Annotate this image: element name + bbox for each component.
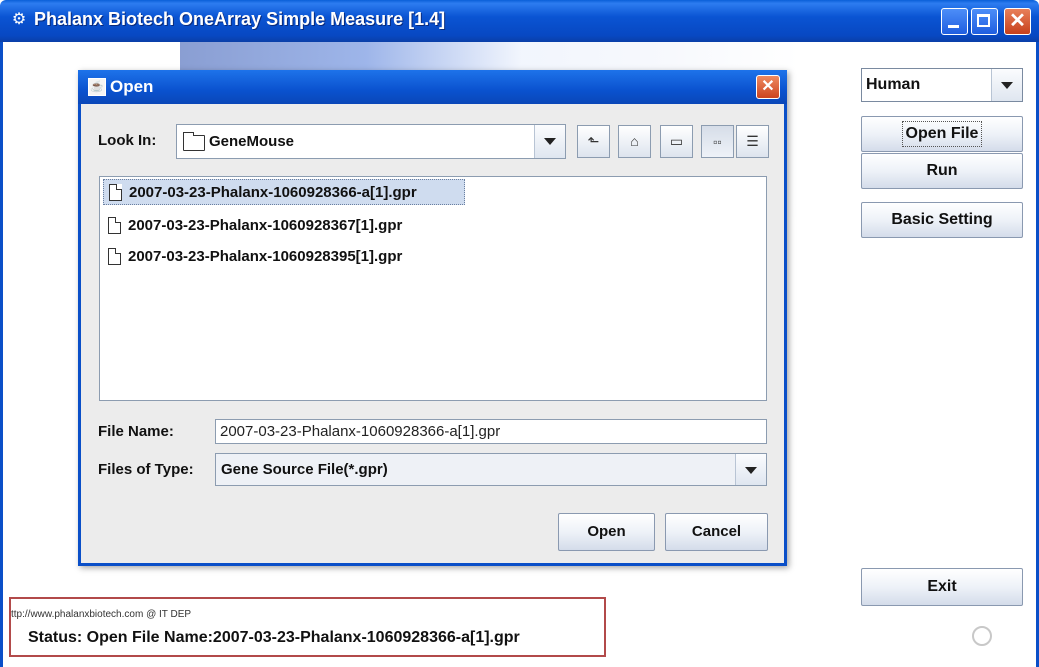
file-name: 2007-03-23-Phalanx-1060928367[1].gpr <box>128 217 403 234</box>
status-text: Status: Open File Name:2007-03-23-Phalan… <box>28 629 520 646</box>
maximize-button[interactable] <box>971 8 998 35</box>
file-icon <box>108 248 121 265</box>
look-in-label: Look In: <box>98 132 157 149</box>
look-in-value: GeneMouse <box>209 133 295 150</box>
file-type-label: Files of Type: <box>98 461 194 478</box>
details-view-button[interactable]: ☰ <box>736 125 769 158</box>
chevron-down-icon[interactable] <box>735 454 766 485</box>
window-title: Phalanx Biotech OneArray Simple Measure … <box>34 9 446 29</box>
list-item[interactable]: 2007-03-23-Phalanx-1060928367[1].gpr <box>103 213 468 239</box>
up-folder-icon: ⬑ <box>587 133 600 149</box>
details-view-icon: ☰ <box>746 133 759 149</box>
run-button[interactable]: Run <box>861 153 1023 189</box>
app-logo-icon: ⚙ <box>11 11 27 28</box>
list-item[interactable]: 2007-03-23-Phalanx-1060928395[1].gpr <box>103 244 468 270</box>
close-button[interactable]: ✕ <box>1004 8 1031 35</box>
file-type-value: Gene Source File(*.gpr) <box>221 461 388 478</box>
cancel-button[interactable]: Cancel <box>665 513 768 551</box>
list-view-button[interactable]: ▫▫ <box>701 125 734 158</box>
close-icon: ✕ <box>1009 10 1026 32</box>
open-file-button[interactable]: Open File <box>861 116 1023 152</box>
species-select-value: Human <box>866 76 921 93</box>
status-panel: ttp://www.phalanxbiotech.com @ IT DEP St… <box>9 597 606 657</box>
look-in-select[interactable]: GeneMouse <box>176 124 566 159</box>
minimize-button[interactable] <box>941 8 968 35</box>
file-name-label: File Name: <box>98 423 174 440</box>
chevron-down-icon[interactable] <box>534 125 565 158</box>
file-type-select[interactable]: Gene Source File(*.gpr) <box>215 453 767 486</box>
open-button[interactable]: Open <box>558 513 655 551</box>
file-name: 2007-03-23-Phalanx-1060928366-a[1].gpr <box>129 184 417 201</box>
dialog-close-button[interactable]: ✕ <box>756 75 780 99</box>
file-name-value: 2007-03-23-Phalanx-1060928366-a[1].gpr <box>220 423 501 440</box>
window-titlebar[interactable]: ⚙ Phalanx Biotech OneArray Simple Measur… <box>0 0 1039 42</box>
open-file-label: Open File <box>901 121 983 147</box>
folder-icon <box>183 132 205 151</box>
status-url: ttp://www.phalanxbiotech.com @ IT DEP <box>11 609 192 620</box>
home-button[interactable]: ⌂ <box>618 125 651 158</box>
maximize-icon <box>977 14 990 27</box>
file-list[interactable]: 2007-03-23-Phalanx-1060928366-a[1].gpr 2… <box>99 176 767 401</box>
file-name: 2007-03-23-Phalanx-1060928395[1].gpr <box>128 248 403 265</box>
species-select[interactable]: Human <box>861 68 1023 102</box>
open-dialog-titlebar[interactable]: ☕ Open ✕ <box>78 70 787 104</box>
file-name-field[interactable]: 2007-03-23-Phalanx-1060928366-a[1].gpr <box>215 419 767 444</box>
file-icon <box>109 184 122 201</box>
basic-setting-button[interactable]: Basic Setting <box>861 202 1023 238</box>
chevron-down-icon[interactable] <box>991 69 1022 101</box>
busy-indicator-icon <box>972 626 992 646</box>
minimize-icon <box>948 25 959 28</box>
exit-button[interactable]: Exit <box>861 568 1023 606</box>
list-item[interactable]: 2007-03-23-Phalanx-1060928366-a[1].gpr <box>103 179 465 205</box>
dialog-title: Open <box>110 77 154 96</box>
file-icon <box>108 217 121 234</box>
close-icon: ✕ <box>761 78 775 95</box>
list-view-icon: ▫▫ <box>713 135 722 149</box>
home-icon: ⌂ <box>630 133 639 149</box>
new-folder-button[interactable]: ▭ <box>660 125 693 158</box>
new-folder-icon: ▭ <box>669 133 684 149</box>
java-cup-icon: ☕ <box>88 78 106 96</box>
up-folder-button[interactable]: ⬑ <box>577 125 610 158</box>
